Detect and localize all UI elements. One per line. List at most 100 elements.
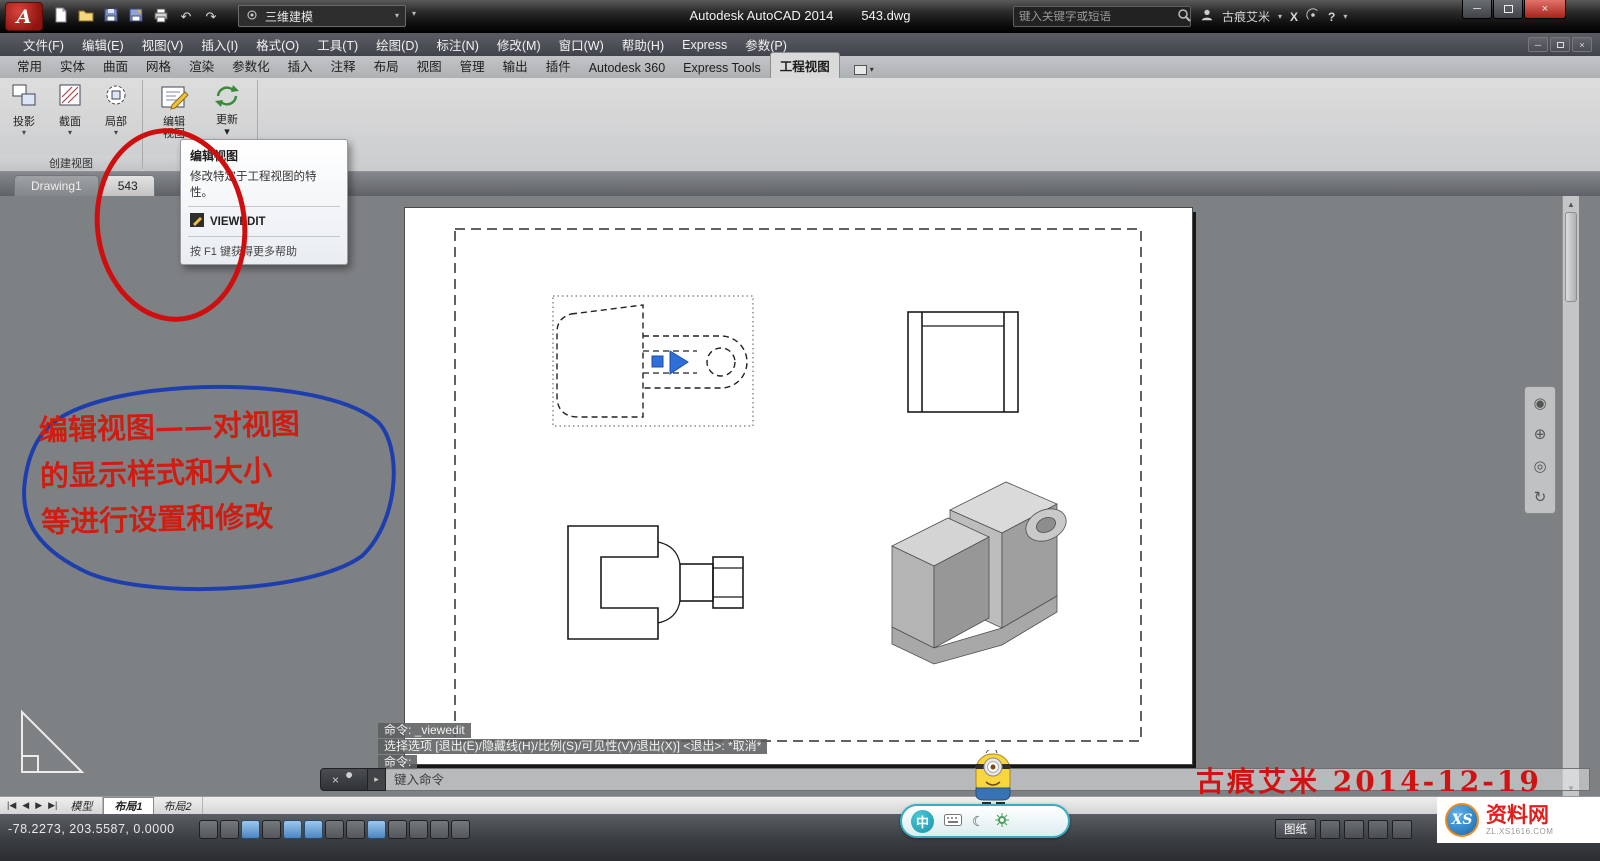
ribbon-tab-home[interactable]: 常用 (8, 53, 51, 78)
tab-model[interactable]: 模型 (60, 797, 103, 814)
view-top-selected[interactable] (553, 296, 753, 426)
toggle-polar-tracking[interactable] (283, 820, 302, 839)
undo-button[interactable]: ↶ (175, 5, 197, 27)
ribbon-tab-express-tools[interactable]: Express Tools (674, 58, 770, 78)
signin-label[interactable]: 古痕艾米 (1222, 8, 1270, 25)
section-view-button[interactable]: 截面 ▾ (48, 81, 92, 136)
projection-view-button[interactable]: 投影 ▾ (2, 81, 46, 136)
ribbon-tab-manage[interactable]: 管理 (451, 53, 494, 78)
annotation-scale-icon[interactable] (1368, 820, 1388, 839)
scroll-up-icon[interactable]: ▲ (1563, 196, 1579, 212)
view-front[interactable] (908, 312, 1018, 412)
doc-minimize-button[interactable]: ─ (1528, 37, 1548, 52)
detail-view-button[interactable]: 局部 ▾ (94, 81, 138, 136)
search-input[interactable] (1019, 11, 1173, 23)
qat-customize-caret[interactable]: ▾ (412, 10, 416, 18)
app-logo-button[interactable]: A (5, 2, 43, 31)
toggle-selection-cycling[interactable] (451, 820, 470, 839)
communication-center-icon[interactable] (1306, 8, 1320, 25)
ribbon-tab-surface[interactable]: 曲面 (94, 53, 137, 78)
ribbon-tab-render[interactable]: 渲染 (180, 53, 223, 78)
recent-commands-button[interactable]: ▸ (368, 768, 386, 791)
ribbon-tab-mesh[interactable]: 网格 (137, 53, 180, 78)
view-isometric[interactable] (892, 482, 1071, 664)
ribbon-tab-solid[interactable]: 实体 (51, 53, 94, 78)
quick-view-drawings-icon[interactable] (1344, 820, 1364, 839)
toggle-dynamic-input[interactable] (367, 820, 386, 839)
last-layout-icon[interactable]: ▶| (45, 800, 60, 811)
save-as-button[interactable] (125, 5, 147, 27)
help-caret-icon[interactable]: ▾ (1343, 13, 1347, 21)
ime-language-button[interactable]: 中 (911, 810, 934, 833)
plot-button[interactable] (150, 5, 172, 27)
toggle-transparency[interactable] (409, 820, 428, 839)
open-button[interactable] (75, 5, 97, 27)
prev-layout-icon[interactable]: ◀ (19, 800, 32, 811)
grip-arrow[interactable] (670, 351, 688, 374)
next-layout-icon[interactable]: ▶ (32, 800, 45, 811)
ribbon-tab-autodesk360[interactable]: Autodesk 360 (580, 58, 674, 78)
window-controls: ─ × (1462, 0, 1566, 19)
ribbon-tab-layout[interactable]: 布局 (365, 53, 408, 78)
orbit-icon[interactable]: ◎ (1533, 457, 1546, 475)
steering-wheel-icon[interactable]: ↻ (1534, 488, 1547, 506)
scrollbar-thumb[interactable] (1565, 212, 1577, 302)
ribbon-tab-view[interactable]: 视图 (408, 53, 451, 78)
keyboard-icon[interactable] (944, 814, 962, 829)
doc-restore-button[interactable] (1550, 37, 1570, 52)
view-side[interactable] (568, 526, 743, 639)
workspace-dropdown[interactable]: 三维建模 ▾ (238, 5, 406, 27)
redo-button[interactable]: ↷ (200, 5, 222, 27)
search-icon[interactable] (1177, 8, 1191, 25)
toggle-infer-constraints[interactable] (199, 820, 218, 839)
zoom-icon[interactable]: ⊕ (1534, 425, 1547, 443)
help-icon[interactable]: ? (1328, 10, 1335, 24)
new-file-button[interactable] (50, 5, 72, 27)
workspace-icon (245, 8, 259, 25)
site-logo-name: 资料网 (1486, 805, 1553, 827)
toggle-lineweight[interactable] (388, 820, 407, 839)
wrench-icon[interactable] (344, 772, 356, 787)
scrollbar-track[interactable] (1563, 302, 1579, 780)
ribbon-tab-output[interactable]: 输出 (494, 53, 537, 78)
redo-icon: ↷ (206, 10, 217, 23)
ime-settings-icon[interactable] (995, 813, 1009, 830)
signin-caret-icon[interactable]: ▾ (1278, 13, 1282, 21)
ribbon-tab-bar: 常用 实体 曲面 网格 渲染 参数化 插入 注释 布局 视图 管理 输出 插件 … (0, 56, 1600, 78)
vertical-scrollbar[interactable]: ▲ ▼ (1562, 196, 1579, 796)
ribbon-tab-annotate[interactable]: 注释 (322, 53, 365, 78)
toggle-object-snap[interactable] (304, 820, 323, 839)
quick-view-layouts-icon[interactable] (1320, 820, 1340, 839)
save-button[interactable] (100, 5, 122, 27)
exchange-apps-icon[interactable]: X (1290, 10, 1298, 24)
close-button[interactable]: × (1524, 0, 1566, 19)
minimize-button[interactable]: ─ (1462, 0, 1492, 19)
toggle-3d-object-snap[interactable] (325, 820, 344, 839)
ribbon-tab-parametric[interactable]: 参数化 (223, 53, 279, 78)
grip-square[interactable] (652, 356, 663, 367)
menu-help[interactable]: 帮助(H) (613, 33, 673, 56)
ribbon-display-toggle[interactable]: ▾ (848, 62, 880, 78)
first-layout-icon[interactable]: |◀ (4, 800, 19, 811)
navigation-wheel-icon[interactable]: ◉ (1533, 394, 1546, 412)
workspace-switching-icon[interactable] (1392, 820, 1412, 839)
ribbon-tab-insert[interactable]: 插入 (279, 53, 322, 78)
paper-space-button[interactable]: 图纸 (1275, 819, 1316, 839)
edit-view-label-line1: 编辑 (163, 116, 185, 128)
toggle-snap-mode[interactable] (220, 820, 239, 839)
toggle-quick-properties[interactable] (430, 820, 449, 839)
doc-close-button[interactable]: × (1572, 37, 1592, 52)
menu-express[interactable]: Express (673, 33, 736, 56)
tab-layout1[interactable]: 布局1 (103, 797, 153, 814)
update-view-button[interactable]: 更新 ▾ (204, 81, 250, 138)
moon-icon[interactable]: ☾ (972, 813, 985, 830)
tab-layout2[interactable]: 布局2 (154, 797, 203, 814)
ribbon-tab-plugins[interactable]: 插件 (537, 53, 580, 78)
restore-button[interactable] (1493, 0, 1523, 19)
ribbon-tab-drawing-views[interactable]: 工程视图 (770, 52, 840, 78)
toggle-dynamic-ucs[interactable] (346, 820, 365, 839)
file-tab-drawing1[interactable]: Drawing1 (14, 175, 99, 196)
toggle-ortho-mode[interactable] (262, 820, 281, 839)
command-close-icon[interactable]: × (332, 773, 339, 787)
toggle-grid-display[interactable] (241, 820, 260, 839)
